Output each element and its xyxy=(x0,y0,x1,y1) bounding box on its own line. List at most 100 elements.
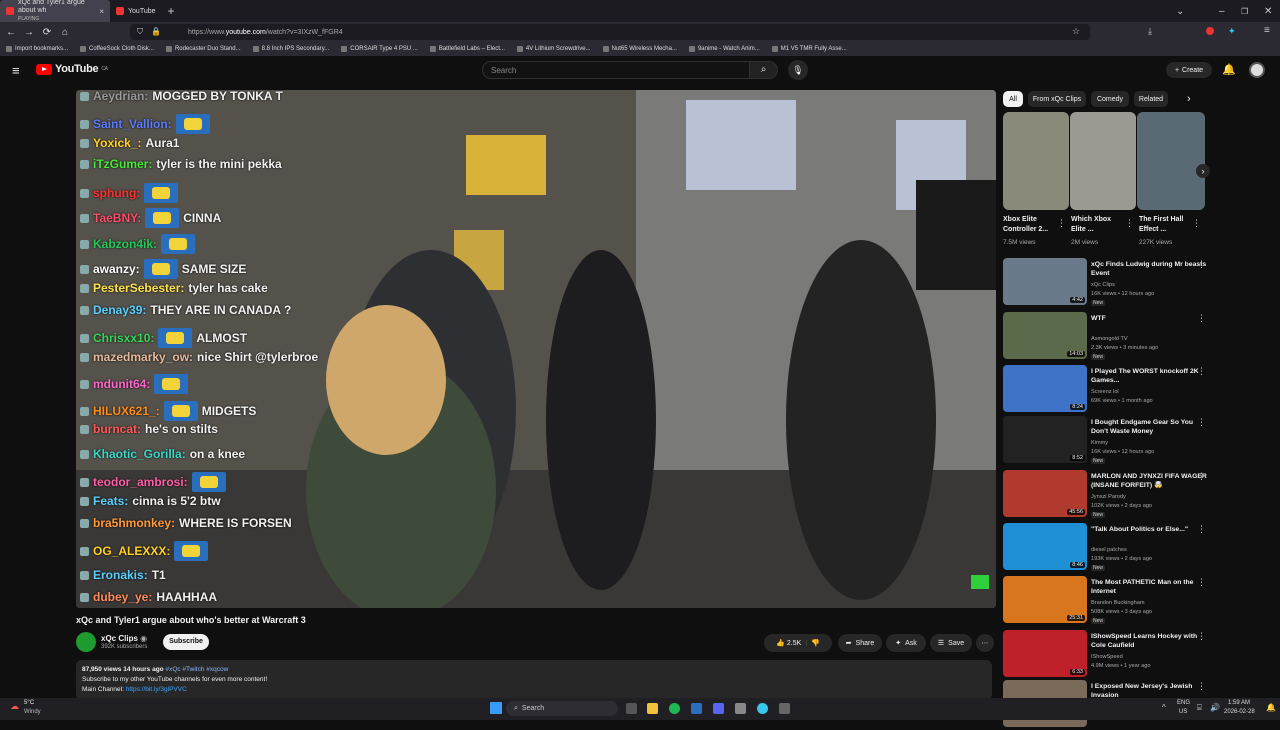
hashtags[interactable]: #xQc #Twitch #xqcow xyxy=(165,666,228,673)
related-channel-name[interactable]: diesel patches xyxy=(1091,547,1127,553)
related-channel-name[interactable]: IShowSpeed xyxy=(1091,654,1123,660)
related-video-title[interactable]: I Bought Endgame Gear So You Don't Waste… xyxy=(1091,418,1209,436)
more-icon[interactable]: ⋮ xyxy=(1197,313,1206,324)
settings-icon[interactable] xyxy=(735,703,746,714)
dislike-button[interactable]: 👎 xyxy=(811,639,820,647)
video-thumbnail[interactable]: 8:52 xyxy=(1003,416,1087,463)
short-thumbnail[interactable] xyxy=(1070,112,1136,210)
home-icon[interactable]: ⌂ xyxy=(56,27,74,38)
more-actions-button[interactable]: ⋯ xyxy=(976,634,994,652)
create-button[interactable]: + Create xyxy=(1166,62,1212,78)
more-icon[interactable]: ⋮ xyxy=(1197,366,1206,377)
related-channel-name[interactable]: Screenz lol xyxy=(1091,389,1119,395)
bookmark-item[interactable]: Import bookmarks... xyxy=(6,46,68,52)
file-explorer-icon[interactable] xyxy=(647,703,658,714)
video-thumbnail[interactable]: 4:42 xyxy=(1003,258,1087,305)
related-video-title[interactable]: MARLON AND JYNXZI FIFA WAGER (INSANE FOR… xyxy=(1091,472,1209,490)
steam-icon[interactable] xyxy=(691,703,702,714)
chevron-right-icon[interactable]: › xyxy=(1187,93,1191,105)
chip-related[interactable]: Related xyxy=(1134,91,1168,107)
video-thumbnail[interactable]: 25:31 xyxy=(1003,576,1087,623)
new-tab-button[interactable]: + xyxy=(162,4,181,18)
minimize-icon[interactable]: – xyxy=(1219,0,1225,22)
lock-icon[interactable]: 🔒 xyxy=(151,27,161,36)
more-icon[interactable]: ⋮ xyxy=(1125,218,1134,229)
video-thumbnail[interactable]: 14:03 xyxy=(1003,312,1087,359)
close-tab-icon[interactable]: × xyxy=(99,7,104,16)
hamburger-menu-icon[interactable]: ≡ xyxy=(12,63,20,78)
channel-avatar[interactable] xyxy=(76,632,96,652)
more-icon[interactable]: ⋮ xyxy=(1197,417,1206,428)
video-thumbnail[interactable]: 6:33 xyxy=(1003,630,1087,677)
subscribe-button[interactable]: Subscribe xyxy=(163,634,209,650)
share-button[interactable]: ➦ Share xyxy=(838,634,882,652)
search-input[interactable]: Search xyxy=(482,61,750,79)
related-channel-name[interactable]: Kimmy xyxy=(1091,440,1108,446)
youtube-logo[interactable]: YouTube CA xyxy=(36,63,108,75)
more-icon[interactable]: ⋮ xyxy=(1197,577,1206,588)
related-video-item[interactable]: 4:42 xQc Finds Ludwig during Mr beasts Ev… xyxy=(1003,258,1223,308)
browser-icon[interactable] xyxy=(757,703,768,714)
video-player[interactable]: Aeydrian: MOGGED BY TONKA T Saint_Vallion:… xyxy=(76,90,996,608)
chevron-right-icon[interactable]: › xyxy=(1196,164,1210,178)
more-icon[interactable]: ⋮ xyxy=(1197,259,1206,270)
related-video-title[interactable]: WTF xyxy=(1091,314,1209,323)
bookmark-item[interactable]: Rodecaster Duo Stand... xyxy=(165,46,241,52)
close-window-icon[interactable]: ✕ xyxy=(1264,0,1272,22)
short-thumbnail[interactable] xyxy=(1137,112,1205,210)
related-channel-name[interactable]: xQc Clips xyxy=(1091,282,1115,288)
chip-all[interactable]: All xyxy=(1003,91,1023,107)
channel-name[interactable]: xQc Clips ◉ xyxy=(101,634,147,643)
related-video-title[interactable]: I Played The WORST knockoff 2K Games... xyxy=(1091,367,1209,385)
related-video-title[interactable]: IShowSpeed Learns Hockey with Cole Caufi… xyxy=(1091,632,1209,650)
short-title[interactable]: The First Hall Effect ... xyxy=(1139,215,1195,235)
maximize-icon[interactable]: ❐ xyxy=(1241,0,1248,22)
reload-icon[interactable]: ⟳ xyxy=(38,27,56,38)
save-button[interactable]: ☰ Save xyxy=(930,634,972,652)
bookmark-item[interactable]: M1 V5 TMR Fully Asse... xyxy=(771,46,847,52)
bookmark-item[interactable]: 4V Lithium Screwdrive... xyxy=(516,46,591,52)
bookmark-item[interactable]: 9anime - Watch Anim... xyxy=(688,46,760,52)
more-icon[interactable]: ⋮ xyxy=(1192,218,1201,229)
short-title[interactable]: Which Xbox Elite ... xyxy=(1071,215,1127,235)
video-thumbnail[interactable]: 8:24 xyxy=(1003,365,1087,412)
network-icon[interactable]: ⌸ xyxy=(1197,703,1202,713)
more-icon[interactable]: ⋮ xyxy=(1197,681,1206,692)
discord-icon[interactable] xyxy=(713,703,724,714)
bookmark-item[interactable]: Battlefield Labs – Elect... xyxy=(429,46,505,52)
more-icon[interactable]: ⋮ xyxy=(1197,524,1206,535)
video-description[interactable]: 87,950 views 14 hours ago #xQc #Twitch #… xyxy=(76,660,992,700)
bookmark-item[interactable]: Nut65 Wireless Mecha... xyxy=(602,46,677,52)
related-video-item[interactable]: 25:31 The Most PATHETIC Man on the Intern… xyxy=(1003,576,1223,626)
chip-from-xqc-clips[interactable]: From xQc Clips xyxy=(1028,91,1086,107)
shield-icon[interactable]: ⛉ xyxy=(137,27,143,37)
bookmark-item[interactable]: 8.8 Inch IPS Secondary... xyxy=(252,46,329,52)
taskbar-search-input[interactable]: ⌕ Search xyxy=(506,701,618,716)
related-video-title[interactable]: xQc Finds Ludwig during Mr beasts Event xyxy=(1091,260,1209,278)
extension-icon[interactable]: ✦ xyxy=(1228,26,1236,37)
task-view-icon[interactable] xyxy=(626,703,637,714)
video-thumbnail[interactable]: 8:46 xyxy=(1003,523,1087,570)
related-video-item[interactable]: 6:33 IShowSpeed Learns Hockey with Cole C… xyxy=(1003,630,1223,680)
related-video-item[interactable]: 45:56 MARLON AND JYNXZI FIFA WAGER (INSAN… xyxy=(1003,470,1223,520)
chip-comedy[interactable]: Comedy xyxy=(1091,91,1129,107)
avatar[interactable] xyxy=(1249,62,1265,78)
search-button[interactable]: ⌕ xyxy=(750,61,778,79)
related-channel-name[interactable]: Asmongold TV xyxy=(1091,336,1128,342)
video-thumbnail[interactable]: 45:56 xyxy=(1003,470,1087,517)
downloads-icon[interactable]: ⤓ xyxy=(1148,26,1152,37)
voice-search-button[interactable]: 🎙 xyxy=(788,60,808,80)
bookmark-star-icon[interactable]: ☆ xyxy=(1072,26,1080,37)
address-bar[interactable]: https://www. youtube.com/watch?v=3IXzW_fF… xyxy=(130,24,1090,40)
back-icon[interactable]: ← xyxy=(2,27,20,38)
related-video-item[interactable]: 8:46 "Talk About Politics or Else..." dies… xyxy=(1003,523,1223,573)
list-tabs-icon[interactable]: ⌄ xyxy=(1176,0,1184,22)
ask-button[interactable]: ✦ Ask xyxy=(886,634,926,652)
related-video-title[interactable]: The Most PATHETIC Man on the Internet xyxy=(1091,578,1209,596)
clock-time[interactable]: 1:59 AM xyxy=(1228,700,1250,706)
short-title[interactable]: Xbox Elite Controller 2... xyxy=(1003,215,1059,235)
channel-link[interactable]: https://bit.ly/3glPVVC xyxy=(126,686,187,693)
browser-tab-active[interactable]: xQc and Tyler1 argue about wh PLAYING × xyxy=(0,0,110,22)
volume-icon[interactable]: 🔊 xyxy=(1210,703,1220,712)
like-button[interactable]: 👍 2.5K xyxy=(776,639,801,647)
